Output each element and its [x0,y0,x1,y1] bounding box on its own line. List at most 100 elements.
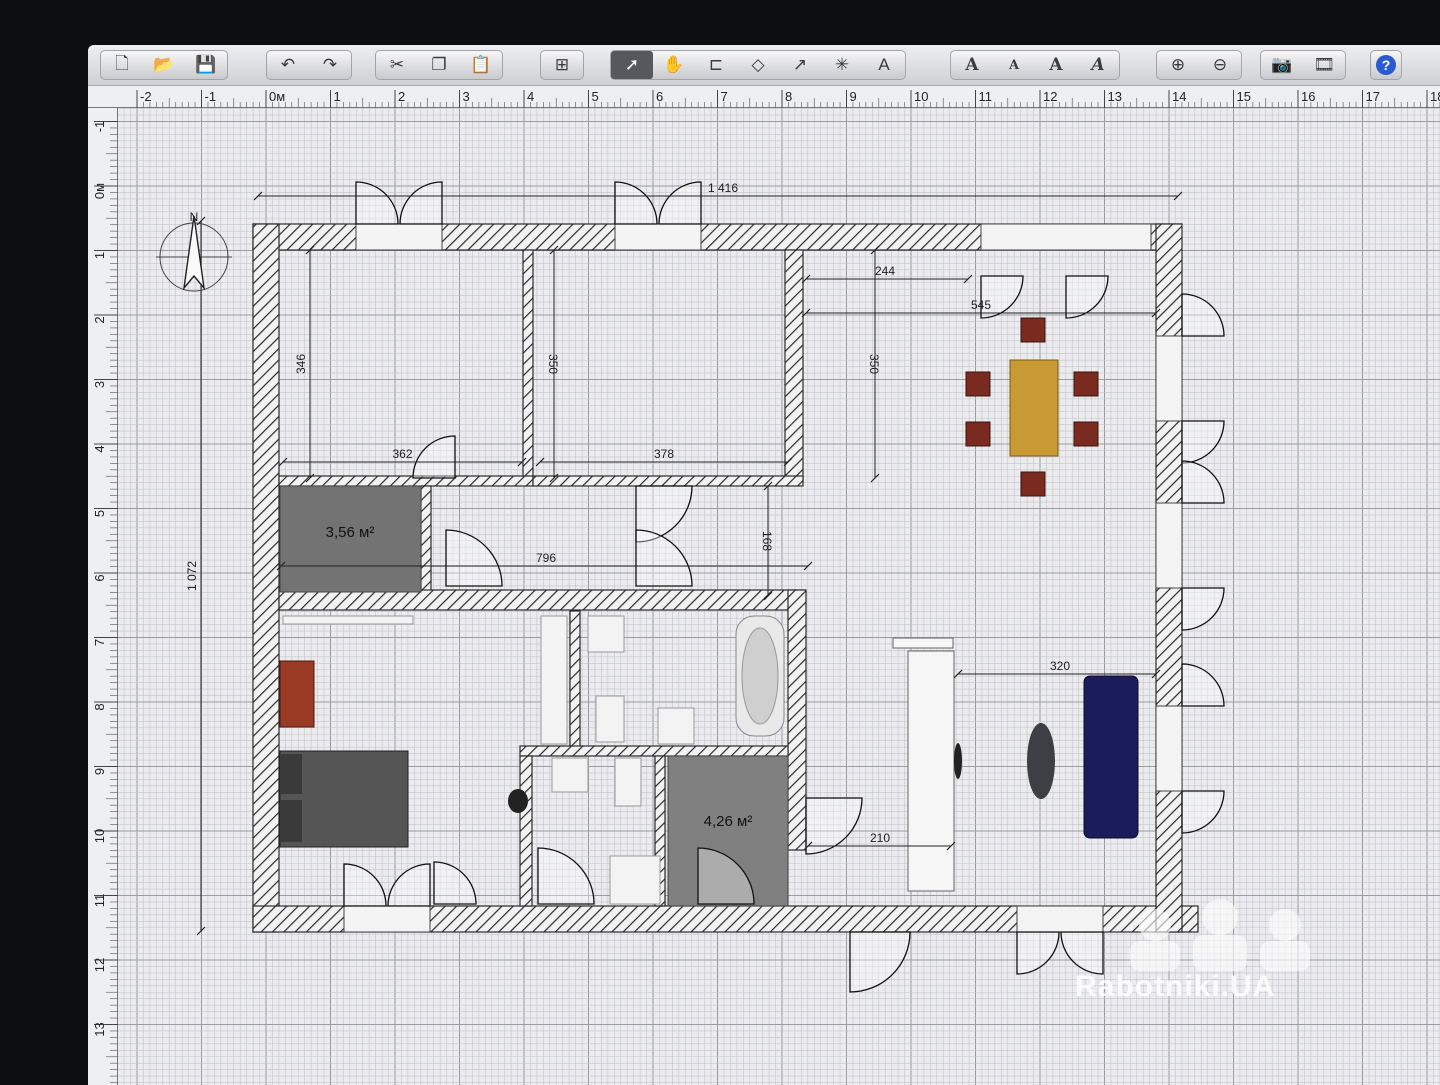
wall[interactable] [784,249,804,483]
create-video-button[interactable]: 🎞 [1303,51,1345,79]
undo-button[interactable]: ↶ [267,51,309,79]
wall-opening [1016,905,1104,933]
help-button[interactable]: ? [1371,51,1401,79]
chair[interactable] [1073,421,1099,447]
ruler-label: 2 [92,316,107,323]
wall[interactable] [278,589,805,611]
toilet[interactable] [595,695,625,743]
wall-opening [980,223,1152,251]
sink[interactable] [657,707,695,745]
dimension-label: 378 [654,447,674,461]
dimension-label: 346 [294,354,308,374]
wardrobe[interactable] [282,615,414,625]
chair[interactable] [965,421,991,447]
zoom-out-icon: ⊖ [1212,55,1228,74]
ruler-label: 12 [1043,89,1057,104]
wc-toilet[interactable] [614,757,642,807]
dining-table[interactable] [1009,359,1059,457]
redo-button[interactable]: ↷ [309,51,351,79]
italic-icon: A [1091,55,1105,75]
chair[interactable] [1073,371,1099,397]
chair[interactable] [1020,471,1046,497]
shower-tray[interactable] [609,855,661,905]
create-dimensions-button[interactable]: ✳ [821,51,863,79]
dimension-label: 1 416 [708,181,738,195]
washing-machine[interactable] [587,615,625,653]
kitchen-counter-top[interactable] [892,637,954,649]
undo-icon: ↶ [280,55,296,74]
chair[interactable] [1020,317,1046,343]
ruler-label: 0м [269,89,285,104]
wall[interactable] [532,475,804,487]
chair[interactable] [965,371,991,397]
help-icon: ? [1376,55,1396,75]
horizontal-ruler: -2-10м123456789101112131415161718 [88,86,1440,108]
wc-sink[interactable] [551,757,589,793]
save-button[interactable]: 💾 [185,51,227,79]
wall[interactable] [420,485,432,597]
wall[interactable] [519,755,533,907]
wall[interactable] [278,475,534,487]
dimension-label: 320 [1050,659,1070,673]
ruler-label: 17 [1366,89,1380,104]
coffee-table[interactable] [1027,723,1055,799]
add-furniture-icon: ⊞ [554,55,570,74]
floor-lamp[interactable] [954,743,962,779]
storage-area-label: 4,26 м² [704,813,753,830]
ruler-label: 12 [92,958,107,972]
ruler-label: 0м [92,183,107,199]
ruler-label: 7 [721,89,728,104]
dresser[interactable] [279,660,315,728]
create-polylines-button[interactable]: ↗ [779,51,821,79]
open-button[interactable]: 📂 [143,51,185,79]
wall[interactable] [522,249,534,483]
ruler-label: 9 [92,768,107,775]
add-furniture-button[interactable]: ⊞ [541,51,583,79]
select-mode-button[interactable]: ➚ [611,51,653,79]
wall[interactable] [519,745,789,757]
toolbar-group-modes: ➚ ✋ ⊏ ◇ ↗ ✳ A [610,50,906,80]
dimension-label: 168 [760,531,774,551]
create-walls-button[interactable]: ⊏ [695,51,737,79]
new-plan-button[interactable]: 🗋 [101,51,143,79]
paste-button[interactable]: 📋 [460,51,502,79]
dimension-label: 350 [867,354,881,374]
italic-text-button[interactable]: A [1077,51,1119,79]
video-icon: 🎞 [1313,55,1335,74]
decrease-text-size-button[interactable]: A [993,51,1035,79]
wall[interactable] [252,223,280,933]
wardrobe[interactable] [540,615,568,745]
new-document-icon: 🗋 [115,53,129,73]
copy-button[interactable]: ❐ [418,51,460,79]
sofa[interactable] [1083,675,1139,839]
dimension-label: 1 072 [185,561,199,591]
text-larger-icon: A [965,55,979,75]
increase-text-size-button[interactable]: A [951,51,993,79]
wall[interactable] [569,610,581,757]
zoom-out-button[interactable]: ⊖ [1199,51,1241,79]
desk-lamp[interactable] [508,789,528,813]
hand-icon: ✋ [663,55,685,74]
wall[interactable] [787,589,807,851]
bold-icon: A [1049,55,1063,75]
bold-text-button[interactable]: A [1035,51,1077,79]
wall-opening [1155,705,1183,792]
compass-north-label: N [190,210,199,224]
ruler-label: -1 [92,121,107,133]
pillow [280,754,302,794]
dimension-label: 796 [536,551,556,565]
pan-mode-button[interactable]: ✋ [653,51,695,79]
ruler-label: -2 [140,89,152,104]
cut-button[interactable]: ✂ [376,51,418,79]
wall-opening [355,223,443,251]
ruler-label: 7 [92,639,107,646]
ruler-label: 9 [850,89,857,104]
create-rooms-button[interactable]: ◇ [737,51,779,79]
toolbar-group-file: 🗋 📂 💾 [100,50,228,80]
ruler-label: 18 [1430,89,1440,104]
kitchen-counter[interactable] [907,650,955,892]
save-icon: 💾 [195,55,217,74]
add-text-button[interactable]: A [863,51,905,79]
wall-opening [1155,335,1183,422]
create-photo-button[interactable]: 📷 [1261,51,1303,79]
